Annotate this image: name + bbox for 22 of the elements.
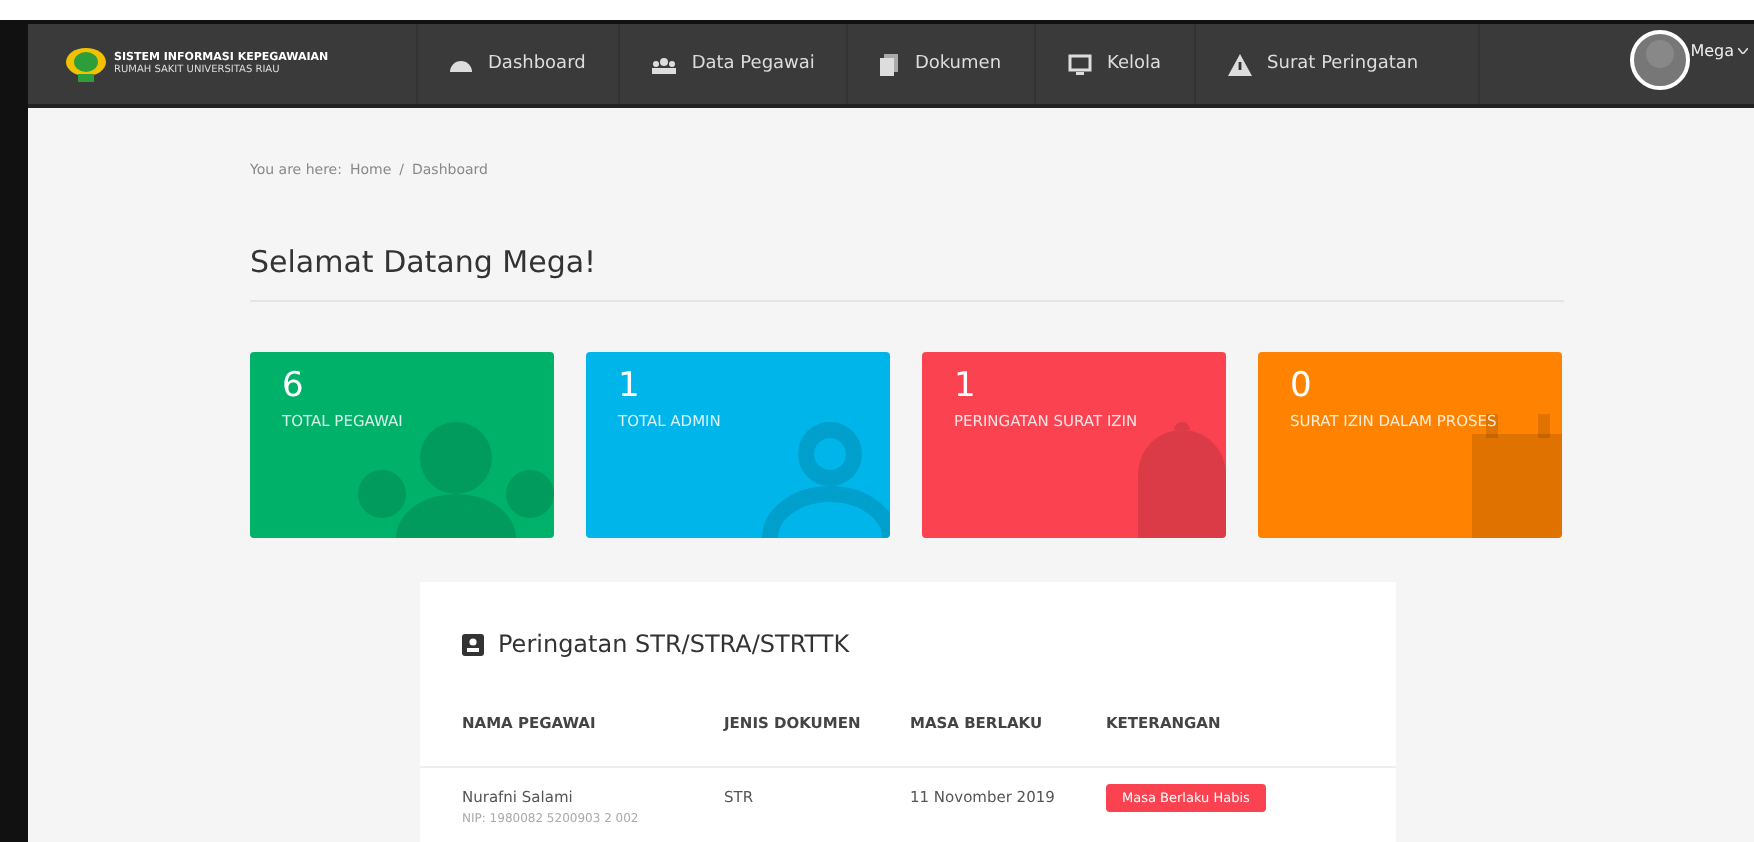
nav-link[interactable]: Surat Peringatan bbox=[1193, 24, 1481, 104]
users-icon bbox=[651, 55, 676, 73]
user-menu[interactable]: Mega bbox=[1690, 42, 1748, 60]
bell-icon bbox=[1138, 422, 1226, 538]
nav-link[interactable]: Data Pegawai bbox=[617, 24, 847, 104]
stat-value: 6 bbox=[282, 370, 306, 404]
nav-link[interactable]: Dokumen bbox=[846, 24, 1034, 104]
nav-link[interactable]: Kelola bbox=[1033, 24, 1194, 104]
page-heading: Selamat Datang Mega! bbox=[250, 244, 599, 280]
stat-value: 1 bbox=[618, 370, 642, 404]
contact-card-icon bbox=[462, 633, 484, 655]
caret-icon bbox=[1738, 48, 1748, 54]
person-icon bbox=[762, 422, 890, 538]
logo-icon bbox=[64, 46, 108, 82]
stat-value: 1 bbox=[954, 370, 978, 404]
warning-icon bbox=[1227, 53, 1252, 75]
files-icon bbox=[880, 53, 899, 75]
panel-title: Peringatan STR/STRA/STRTTK bbox=[498, 630, 850, 658]
monitor-icon bbox=[1067, 53, 1092, 75]
stat-value: 0 bbox=[1290, 370, 1314, 404]
avatar-icon[interactable] bbox=[1630, 28, 1691, 96]
nav-link[interactable]: Dashboard bbox=[416, 24, 618, 104]
